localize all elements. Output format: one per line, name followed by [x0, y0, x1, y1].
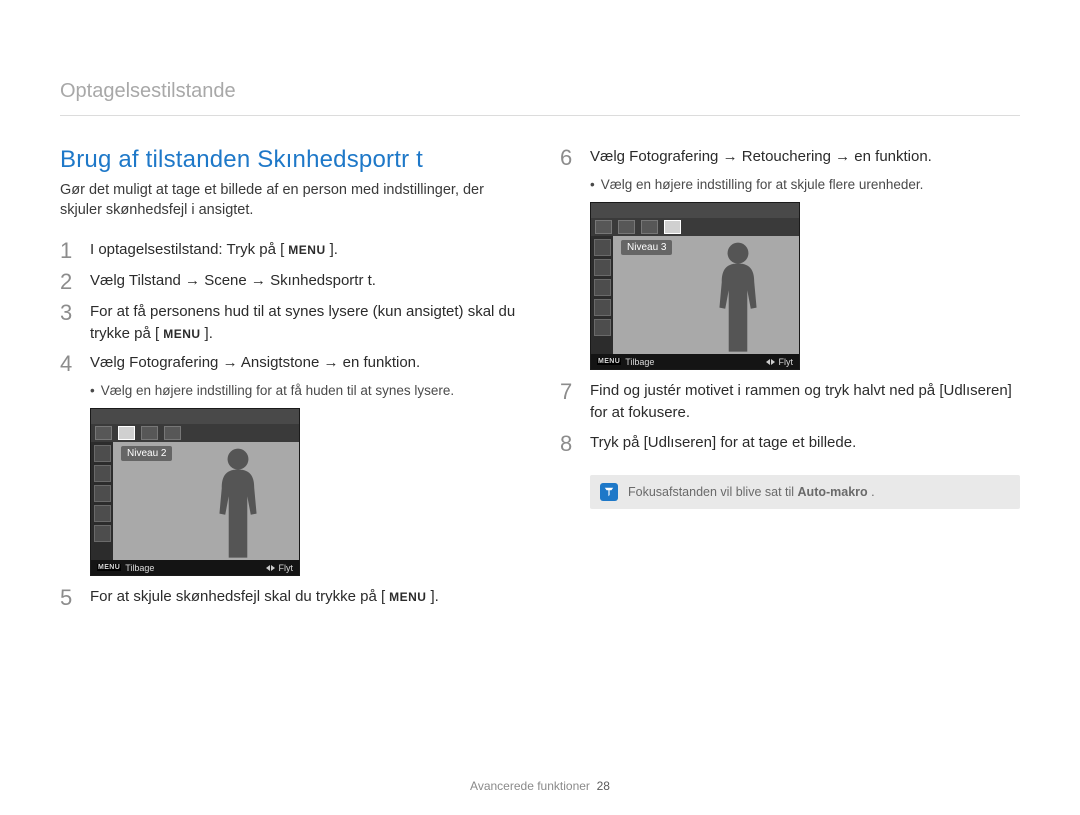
flash-icon: [94, 445, 111, 462]
grid-icon: [594, 299, 611, 316]
note-text-pre: Fokusafstanden vil blive sat til: [628, 485, 798, 499]
retouch-option-icon: [618, 220, 635, 234]
section-title: Brug af tilstanden Skınhedsportr t: [60, 146, 520, 174]
camera-topbar: [91, 409, 299, 424]
camera-sidebar: [591, 236, 613, 354]
menu-chip: MENU: [159, 326, 204, 342]
step-body: Find og justér motivet i rammen og tryk …: [590, 380, 1020, 424]
footer-label: Avancerede funktioner: [470, 779, 590, 793]
step-4: 4 Vælg Fotografering → Ansigtstone → en …: [60, 352, 520, 375]
step-body: For at skjule skønhedsfejl skal du trykk…: [90, 586, 439, 609]
facetone-option-icon: [164, 426, 181, 440]
step-5: 5 For at skjule skønhedsfejl skal du try…: [60, 586, 520, 609]
person-silhouette-icon: [699, 238, 777, 354]
facetone-option-icon: [118, 426, 135, 440]
step-1: 1 I optagelsestilstand: Tryk på [MENU].: [60, 239, 520, 262]
bullet-text: Vælg en højere indstilling for at skjule…: [601, 177, 924, 192]
step-body: Tryk på [Udlıseren] for at tage et bille…: [590, 432, 856, 455]
step-body: For at få personens hud til at synes lys…: [90, 301, 520, 345]
person-silhouette-icon: [199, 444, 277, 560]
step-number: 5: [60, 586, 80, 609]
step-6-bullet: Vælg en højere indstilling for at skjule…: [590, 177, 1020, 192]
step-4-bullet: Vælg en højere indstilling for at få hud…: [90, 383, 520, 398]
grid-icon: [94, 505, 111, 522]
step-number: 6: [560, 146, 580, 169]
menu-icon: MENU: [597, 358, 621, 365]
step-number: 3: [60, 301, 80, 345]
step-7: 7 Find og justér motivet i rammen og try…: [560, 380, 1020, 424]
column-right: 6 Vælg Fotografering → Retouchering → en…: [560, 146, 1020, 617]
flash-icon: [594, 239, 611, 256]
level-label: Niveau 2: [121, 446, 172, 461]
camera-bottombar: MENU Tilbage Flyt: [591, 354, 799, 369]
page-footer: Avancerede funktioner 28: [0, 779, 1080, 793]
note-text-bold: Auto-makro: [798, 485, 868, 499]
bullet-text: Vælg en højere indstilling for at få hud…: [101, 383, 454, 398]
step-body: Vælg Fotografering → Retouchering → en f…: [590, 146, 932, 169]
step-number: 1: [60, 239, 80, 262]
facetone-option-icon: [95, 426, 112, 440]
step-number: 2: [60, 270, 80, 293]
mic-off-icon: [594, 319, 611, 336]
camera-preview-2: Niveau 3 MENU Tilbage Flyt: [590, 202, 800, 370]
step-body: I optagelsestilstand: Tryk på [MENU].: [90, 239, 338, 262]
section-divider: [60, 115, 1020, 116]
arrow-keys-icon: [266, 565, 275, 571]
step-body: Vælg Tilstand → Scene → Skınhedsportr t.: [90, 270, 376, 293]
back-label: Tilbage: [125, 563, 154, 573]
note-text: Fokusafstanden vil blive sat til Auto-ma…: [628, 485, 875, 499]
focus-icon: [594, 259, 611, 276]
camera-topbar: [591, 203, 799, 218]
note-text-post: .: [868, 485, 875, 499]
mic-off-icon: [94, 525, 111, 542]
step-text-post: ].: [205, 325, 213, 342]
menu-chip: MENU: [284, 242, 329, 258]
camera-bottombar: MENU Tilbage Flyt: [91, 560, 299, 575]
step-number: 4: [60, 352, 80, 375]
menu-chip: MENU: [385, 589, 430, 605]
camera-main: Niveau 2: [91, 442, 299, 560]
camera-preview-1: Niveau 2 MENU Tilbage Flyt: [90, 408, 300, 576]
move-label: Flyt: [279, 563, 294, 573]
retouch-option-icon: [641, 220, 658, 234]
arrow-keys-icon: [766, 359, 775, 365]
page-number: 28: [597, 779, 610, 793]
back-label: Tilbage: [625, 357, 654, 367]
step-text-post: ].: [330, 241, 338, 258]
focus-icon: [94, 465, 111, 482]
retouch-option-icon: [595, 220, 612, 234]
section-description: Gør det muligt at tage et billede af en …: [60, 180, 520, 221]
step-8: 8 Tryk på [Udlıseren] for at tage et bil…: [560, 432, 1020, 455]
step-text-post: ].: [430, 588, 438, 605]
camera-iconbar: [591, 218, 799, 236]
retouch-option-icon: [664, 220, 681, 234]
level-label: Niveau 3: [621, 240, 672, 255]
step-text: For at få personens hud til at synes lys…: [90, 303, 515, 342]
step-text: I optagelsestilstand: Tryk på [: [90, 241, 284, 258]
step-body: Vælg Fotografering → Ansigtstone → en fu…: [90, 352, 420, 375]
info-icon: [600, 483, 618, 501]
note-box: Fokusafstanden vil blive sat til Auto-ma…: [590, 475, 1020, 509]
step-number: 8: [560, 432, 580, 455]
camera-sidebar: [91, 442, 113, 560]
camera-iconbar: [91, 424, 299, 442]
breadcrumb: Optagelsestilstande: [60, 80, 1020, 109]
step-text: For at skjule skønhedsfejl skal du trykk…: [90, 588, 385, 605]
step-2: 2 Vælg Tilstand → Scene → Skınhedsportr …: [60, 270, 520, 293]
step-number: 7: [560, 380, 580, 424]
step-6: 6 Vælg Fotografering → Retouchering → en…: [560, 146, 1020, 169]
megapixel-icon: [94, 485, 111, 502]
move-label: Flyt: [779, 357, 794, 367]
facetone-option-icon: [141, 426, 158, 440]
step-3: 3 For at få personens hud til at synes l…: [60, 301, 520, 345]
megapixel-icon: [594, 279, 611, 296]
menu-icon: MENU: [97, 564, 121, 571]
column-left: Brug af tilstanden Skınhedsportr t Gør d…: [60, 146, 520, 617]
camera-main: Niveau 3: [591, 236, 799, 354]
